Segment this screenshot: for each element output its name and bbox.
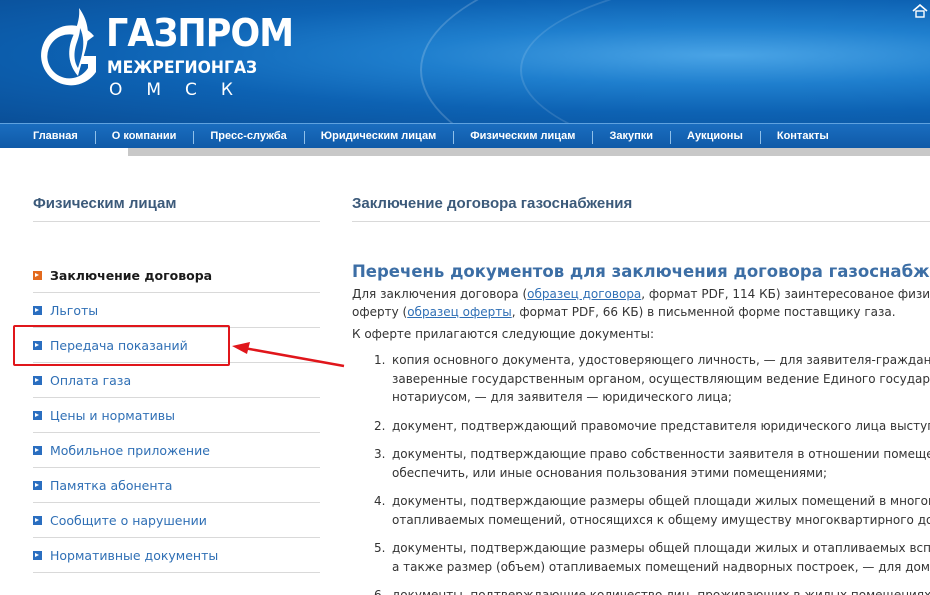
- sidebar-item-label: Цены и нормативы: [50, 407, 175, 423]
- annotation-arrow-icon: [232, 342, 345, 368]
- main-nav: Главная О компании Пресс-служба Юридичес…: [0, 123, 930, 148]
- intro-paragraph: Для заключения договора (образец договор…: [352, 285, 930, 303]
- intro-text: оферту (: [352, 305, 408, 319]
- arrow-bullet-icon: [33, 410, 42, 420]
- section-heading: Перечень документов для заключения догов…: [352, 262, 930, 281]
- sidebar-item-label: Льготы: [50, 302, 99, 318]
- nav-auctions[interactable]: Аукционы: [670, 130, 760, 144]
- contract-sample-link[interactable]: образец договора: [527, 287, 641, 301]
- intro-text: Для заключения договора (: [352, 287, 528, 301]
- nav-legal-entities[interactable]: Юридическим лицам: [303, 130, 453, 144]
- offer-sample-link[interactable]: образец оферты: [407, 305, 512, 319]
- list-text: отапливаемых помещений, относящихся к об…: [392, 512, 930, 527]
- nav-procurement[interactable]: Закупки: [592, 130, 670, 144]
- page-title: Заключение договора газоснабжения: [352, 195, 633, 212]
- gazprom-flame-icon: [41, 8, 96, 86]
- list-item: 4. документы, подтверждающие размеры общ…: [352, 492, 930, 529]
- arrow-bullet-icon: [33, 480, 42, 490]
- nav-home[interactable]: Главная: [16, 130, 95, 142]
- list-item: 5. документы, подтверждающие размеры общ…: [352, 539, 930, 576]
- sidebar-menu: Заключение договора Льготы Передача пока…: [33, 258, 320, 573]
- arrow-bullet-icon: [33, 305, 42, 315]
- intro-paragraph: оферту (образец оферты, формат PDF, 66 К…: [352, 303, 930, 321]
- list-text: обеспечить, или иные основания пользован…: [392, 465, 828, 480]
- list-text: а также размер (объем) отапливаемых поме…: [392, 559, 930, 574]
- list-number: 5.: [374, 541, 386, 555]
- intro-text: , формат PDF, 114 КБ) заинтересованое фи…: [641, 287, 930, 301]
- intro-text: , формат PDF, 66 КБ) в письменной форме …: [511, 305, 896, 319]
- list-text: документы, подтверждающие право собствен…: [392, 447, 930, 461]
- nav-contacts[interactable]: Контакты: [759, 130, 846, 144]
- documents-intro: К оферте прилагаются следующие документы…: [352, 327, 655, 341]
- divider: [33, 221, 320, 222]
- header-decoration: [520, 0, 930, 123]
- sidebar-item-label: Нормативные документы: [50, 547, 219, 563]
- arrow-bullet-icon: [33, 550, 42, 560]
- arrow-bullet-icon: [33, 270, 42, 280]
- list-text: документы, подтверждающие размеры общей …: [392, 494, 930, 508]
- arrow-bullet-icon: [33, 445, 42, 455]
- sidebar-item-label: Мобильное приложение: [50, 442, 210, 458]
- brand-subname: МЕЖРЕГИОНГАЗ: [107, 58, 258, 78]
- list-item: 6. документы, подтверждающие количество …: [352, 586, 930, 595]
- divider: [352, 221, 930, 222]
- list-text: документы, подтверждающие размеры общей …: [392, 541, 930, 555]
- documents-list: 1. копия основного документа, удостоверя…: [352, 351, 930, 595]
- brand-name: ГАЗПРОМ: [106, 11, 294, 55]
- list-text: документ, подтверждающий правомочие пред…: [392, 418, 930, 433]
- list-item: 1. копия основного документа, удостоверя…: [352, 351, 930, 407]
- list-item: 3. документы, подтверждающие право собст…: [352, 445, 930, 482]
- list-number: 3.: [374, 447, 386, 461]
- sidebar-item-report-violation[interactable]: Сообщите о нарушении: [33, 503, 320, 538]
- list-number: 1.: [374, 353, 386, 367]
- sidebar-item-label: Памятка абонента: [50, 477, 173, 493]
- site-logo[interactable]: ГАЗПРОМ МЕЖРЕГИОНГАЗ ОМСК: [34, 6, 294, 106]
- sidebar-item-regulations[interactable]: Нормативные документы: [33, 538, 320, 573]
- list-text: нотариусом, — для заявителя — юридическо…: [392, 390, 732, 404]
- sidebar-item-label: Сообщите о нарушении: [50, 512, 207, 528]
- main-content: Перечень документов для заключения догов…: [352, 262, 930, 595]
- sidebar-item-memo[interactable]: Памятка абонента: [33, 468, 320, 503]
- list-number: 2.: [374, 418, 386, 433]
- nav-press[interactable]: Пресс-служба: [193, 130, 303, 144]
- list-text: заверенные государственным органом, осущ…: [392, 371, 930, 386]
- nav-about[interactable]: О компании: [94, 130, 194, 144]
- list-number: 4.: [374, 494, 386, 508]
- home-icon[interactable]: [912, 4, 928, 18]
- nav-individuals[interactable]: Физическим лицам: [453, 130, 592, 144]
- sidebar-item-contract[interactable]: Заключение договора: [33, 258, 320, 293]
- list-text: документы, подтверждающие количество лиц…: [392, 588, 930, 595]
- arrow-bullet-icon: [33, 515, 42, 525]
- sidebar-item-mobile-app[interactable]: Мобильное приложение: [33, 433, 320, 468]
- brand-city: ОМСК: [109, 80, 257, 100]
- nav-shadow-bar: [128, 148, 930, 156]
- sidebar-item-prices[interactable]: Цены и нормативы: [33, 398, 320, 433]
- sidebar-item-label: Заключение договора: [50, 267, 213, 283]
- annotation-highlight-box: [13, 325, 230, 366]
- site-header: ГАЗПРОМ МЕЖРЕГИОНГАЗ ОМСК: [0, 0, 930, 123]
- list-number: 6.: [374, 588, 386, 595]
- sidebar-title: Физическим лицам: [33, 195, 177, 212]
- list-item: 2. документ, подтверждающий правомочие п…: [352, 417, 930, 436]
- sidebar-item-label: Оплата газа: [50, 372, 132, 388]
- list-text: копия основного документа, удостоверяюще…: [392, 353, 930, 367]
- sidebar-item-benefits[interactable]: Льготы: [33, 293, 320, 328]
- arrow-bullet-icon: [33, 375, 42, 385]
